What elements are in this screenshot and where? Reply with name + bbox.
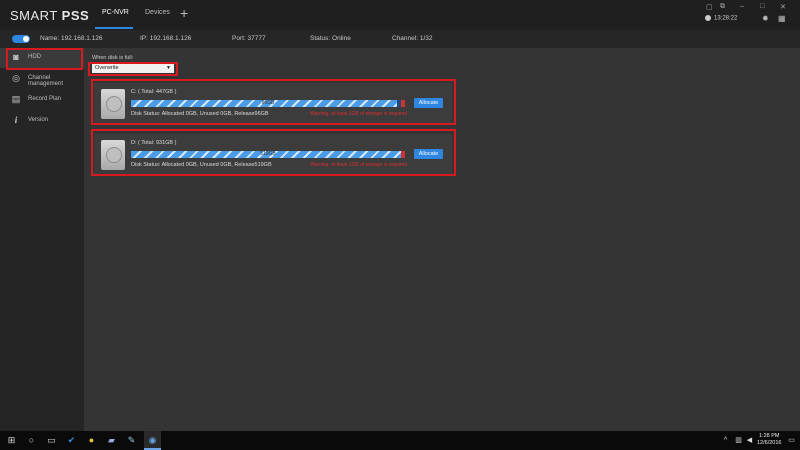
device-info-bar: Name: 192.168.1.126 IP: 192.168.1.126 Po… (0, 30, 800, 49)
windows-start-icon[interactable]: ⊞ (6, 435, 17, 446)
device-port: Port: 37777 (232, 35, 266, 42)
brand-text: SMART (10, 8, 62, 23)
active-tab-indicator (95, 27, 133, 29)
security-icon[interactable]: ✔ (66, 435, 77, 446)
grid-icon[interactable]: ▦ (778, 14, 786, 23)
smart-pss-window: SMART PSS PC-NVR Devices + ▢ ⧉ – □ ✕ 13:… (0, 0, 800, 431)
brand-text-bold: PSS (61, 8, 90, 23)
restore-icon[interactable]: ⧉ (720, 3, 725, 11)
sidebar-item-label: Version (28, 117, 49, 123)
tray-volume-icon[interactable]: ◀ (744, 435, 755, 446)
smart-pss-taskbar-icon[interactable]: ◉ (147, 435, 158, 446)
app-brand: SMART PSS (10, 8, 89, 23)
device-status: Status: Online (310, 35, 351, 42)
taskbar-clock[interactable]: 1:28 PM 12/6/2016 (757, 433, 781, 447)
brightness-icon[interactable]: ✹ (762, 14, 769, 23)
calendar-icon: ▤ (11, 94, 21, 104)
device-toggle[interactable] (12, 35, 30, 43)
clock-icon (705, 15, 711, 21)
maximize-icon[interactable]: □ (760, 3, 764, 10)
task-view-icon[interactable]: ▭ (46, 435, 57, 446)
sidebar-item-label: Channel management (28, 75, 64, 87)
sidebar: ◙ HDD ◎ Channel management ▤ Record Plan… (0, 48, 84, 431)
when-full-label: When disk is full: (92, 55, 134, 61)
info-icon: i (14, 115, 18, 125)
paint-icon[interactable]: ✎ (126, 435, 137, 446)
sidebar-item-label: Record Plan (28, 96, 62, 102)
tray-chevron-up-icon[interactable]: ^ (720, 435, 731, 446)
notifications-icon[interactable]: ▭ (786, 435, 797, 446)
tab-pc-nvr[interactable]: PC-NVR (102, 9, 129, 16)
app-icon[interactable]: ▰ (106, 435, 117, 446)
windows-taskbar: ⊞ ○ ▭ ✔ ● ▰ ✎ ◉ ^ ▥ ◀ 1:28 PM 12/6/2016 … (0, 431, 800, 450)
close-icon[interactable]: ✕ (780, 3, 786, 11)
chrome-icon[interactable]: ● (86, 435, 97, 446)
sidebar-item-record-plan[interactable]: ▤ Record Plan (0, 90, 84, 110)
device-channel: Channel: 1/32 (392, 35, 433, 42)
tray-network-icon[interactable]: ▥ (733, 435, 744, 446)
clock: 13:28:22 (705, 15, 737, 22)
taskbar-date: 12/6/2016 (757, 440, 782, 446)
add-tab-button[interactable]: + (180, 5, 188, 21)
camera-icon: ◎ (12, 73, 20, 83)
taskbar-time: 1:28 PM (758, 433, 780, 439)
sidebar-item-version[interactable]: i Version (0, 111, 84, 131)
highlight-box-disk-d (91, 129, 456, 176)
minimize-icon[interactable]: – (740, 3, 744, 10)
clock-time: 13:28:22 (714, 15, 738, 22)
highlight-box-disk-c (91, 79, 456, 125)
cortana-icon[interactable]: ○ (26, 435, 37, 446)
device-ip: IP: 192.168.1.126 (140, 35, 192, 42)
title-bar: SMART PSS PC-NVR Devices + ▢ ⧉ – □ ✕ 13:… (0, 0, 800, 30)
device-name: Name: 192.168.1.126 (40, 35, 103, 42)
lock-icon[interactable]: ▢ (706, 3, 713, 11)
sidebar-item-channel-management[interactable]: ◎ Channel management (0, 69, 84, 89)
highlight-box-select (88, 62, 178, 76)
highlight-box-hdd (6, 48, 83, 70)
tab-devices[interactable]: Devices (145, 9, 170, 16)
